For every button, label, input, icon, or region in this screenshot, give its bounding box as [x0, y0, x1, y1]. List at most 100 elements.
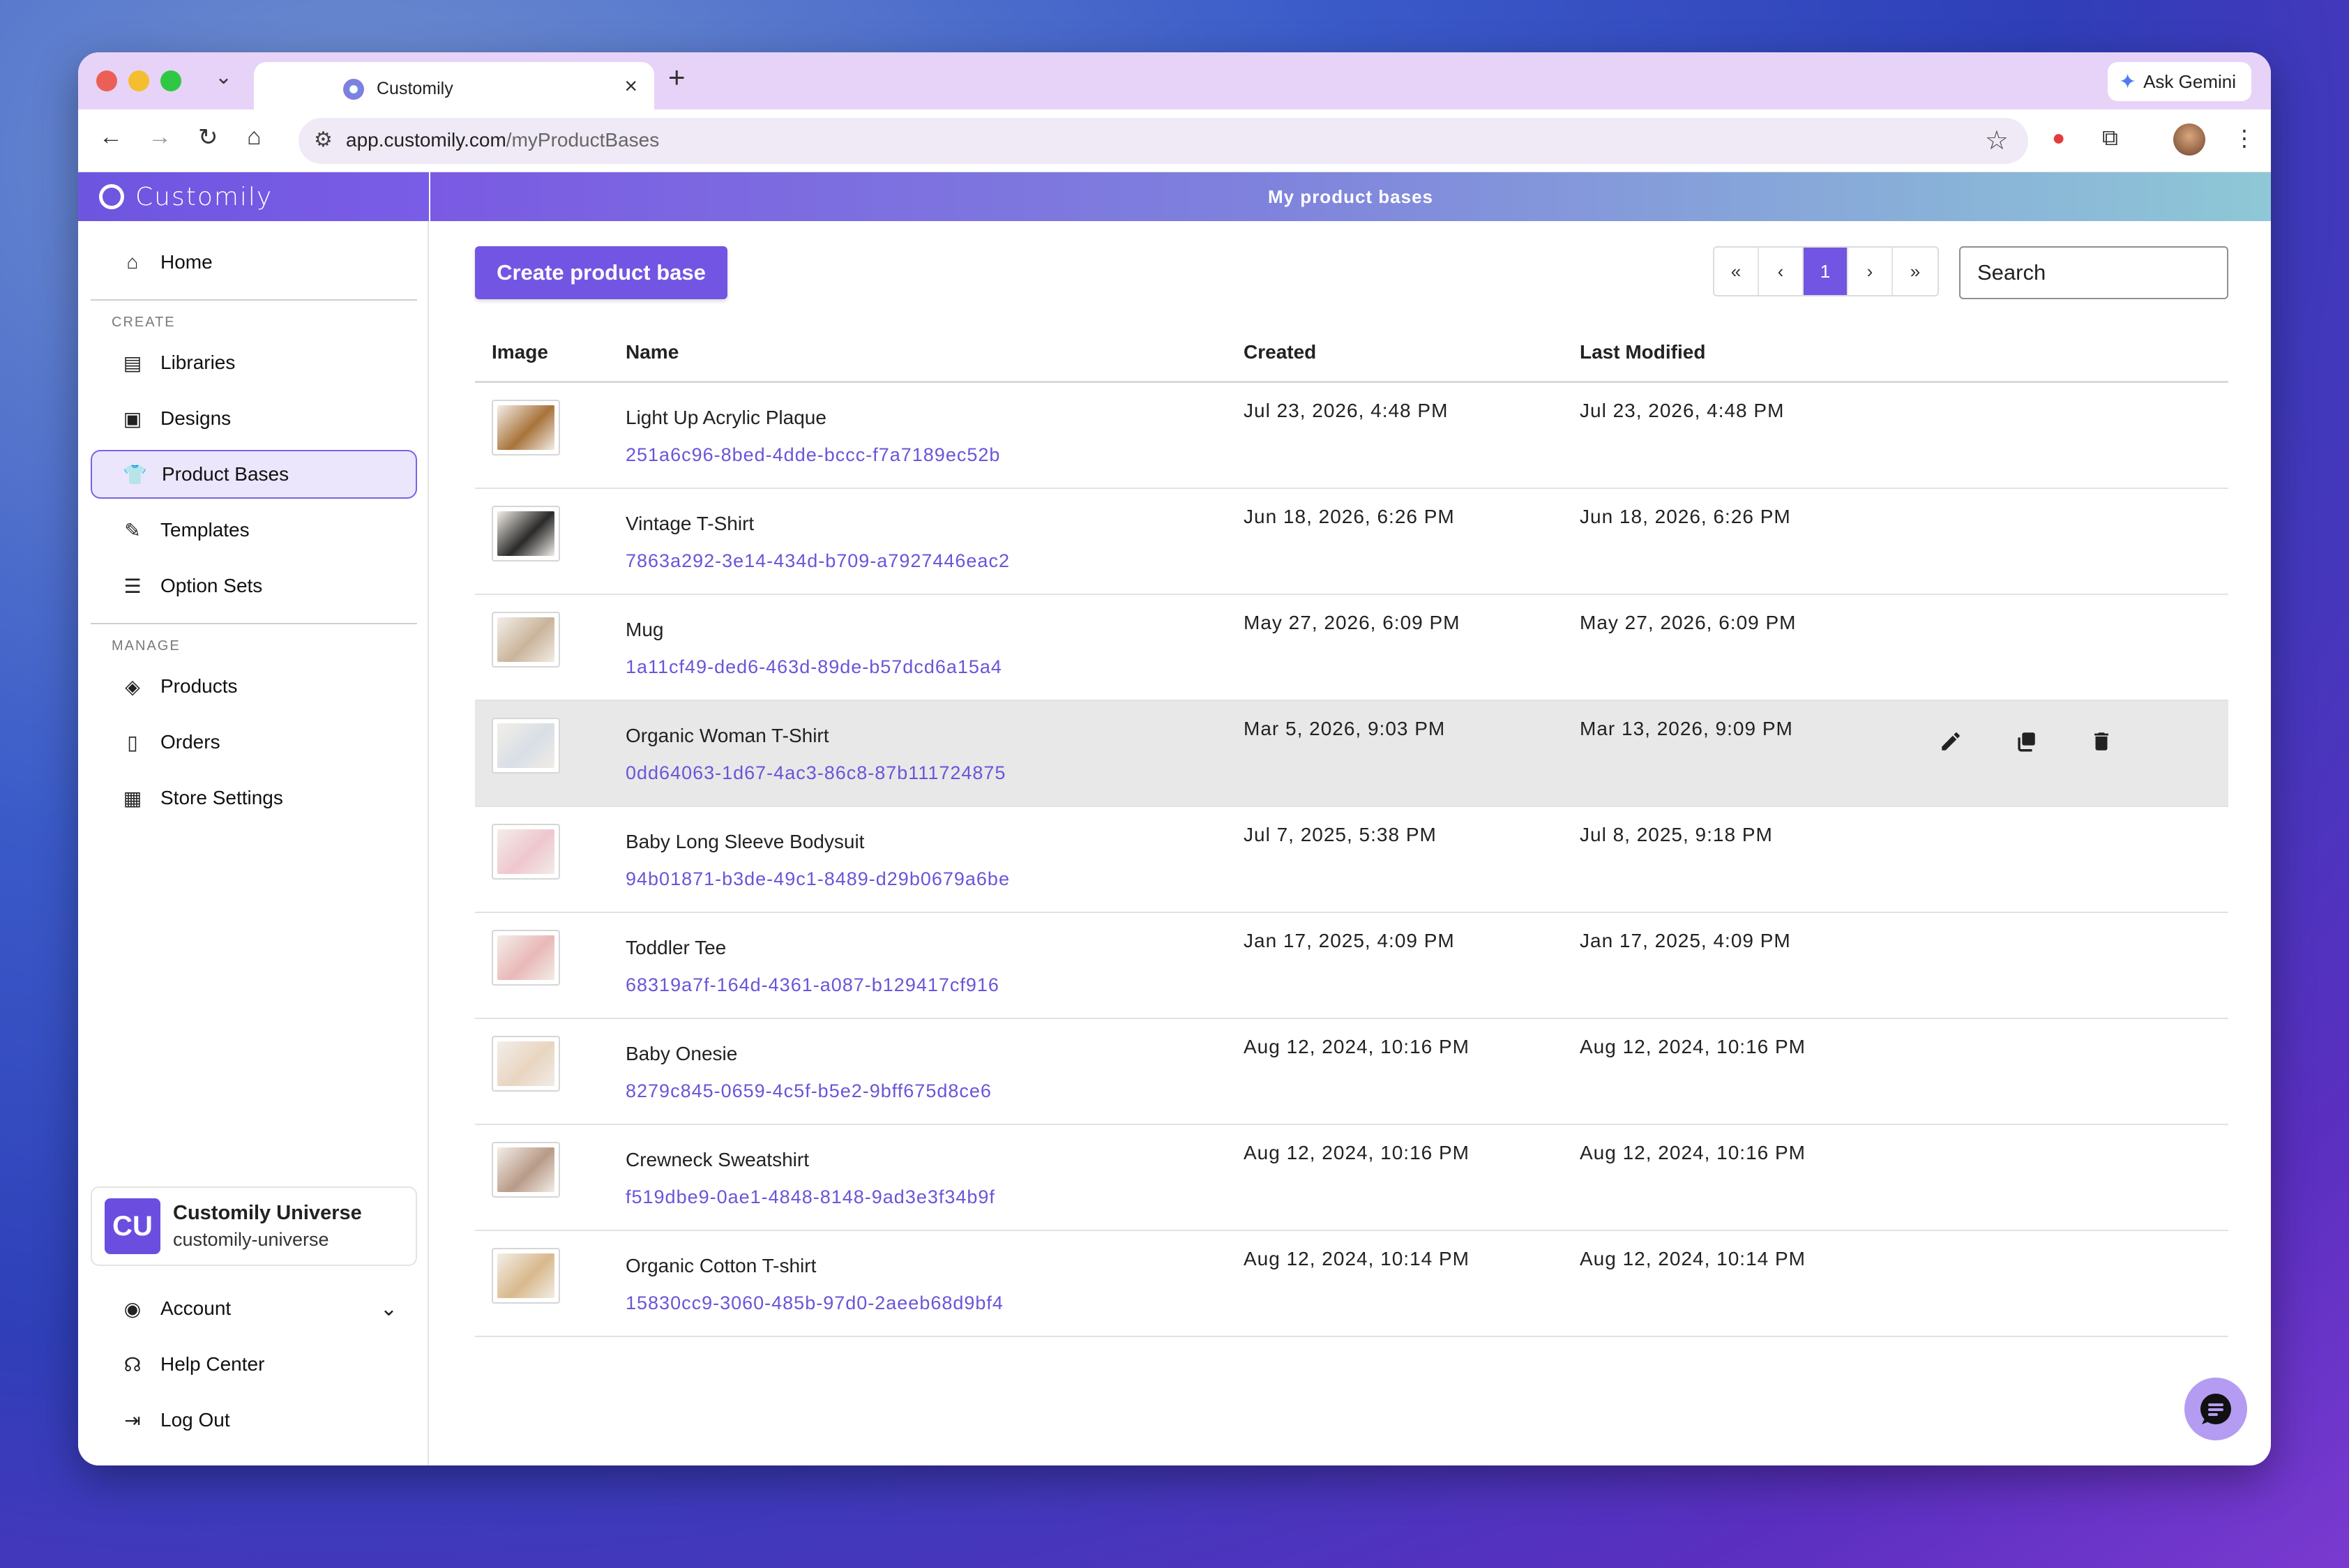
- sidebar-item-account[interactable]: ◉ Account ⌄: [91, 1284, 417, 1333]
- product-id-link[interactable]: f519dbe9-0ae1-4848-8148-9ad3e3f34b9f: [626, 1186, 995, 1208]
- product-name[interactable]: Organic Cotton T-shirt: [626, 1255, 816, 1277]
- table-row[interactable]: Organic Woman T-Shirt 0dd64063-1d67-4ac3-…: [475, 701, 2228, 807]
- table-row[interactable]: Organic Cotton T-shirt 15830cc9-3060-485b…: [475, 1231, 2228, 1337]
- back-arrow-icon[interactable]: ←: [99, 123, 123, 151]
- product-id-link[interactable]: 68319a7f-164d-4361-a087-b129417cf916: [626, 974, 999, 996]
- new-tab-icon[interactable]: +: [668, 61, 686, 94]
- organization-card[interactable]: CU Customily Universe customily-universe: [91, 1186, 417, 1266]
- product-name[interactable]: Crewneck Sweatshirt: [626, 1149, 809, 1171]
- product-name[interactable]: Mug: [626, 619, 663, 641]
- product-id-link[interactable]: 94b01871-b3de-49c1-8489-d29b0679a6be: [626, 868, 1010, 890]
- sidebar-divider: [91, 299, 417, 301]
- product-thumbnail[interactable]: [492, 1142, 560, 1198]
- ask-gemini-button[interactable]: ✦ Ask Gemini: [2107, 62, 2251, 101]
- chevron-down-icon[interactable]: ⌄: [380, 1297, 398, 1321]
- site-settings-icon[interactable]: ⚙: [314, 128, 333, 152]
- product-id-link[interactable]: 0dd64063-1d67-4ac3-86c8-87b111724875: [626, 762, 1006, 784]
- product-name[interactable]: Vintage T-Shirt: [626, 513, 754, 535]
- browser-tab[interactable]: Customily ×: [254, 62, 654, 110]
- page-1-button[interactable]: 1: [1804, 248, 1848, 295]
- sidebar-item-help-center[interactable]: ☊ Help Center: [91, 1340, 417, 1389]
- product-id-link[interactable]: 8279c845-0659-4c5f-b5e2-9bff675d8ce6: [626, 1080, 992, 1102]
- product-thumbnail[interactable]: [492, 1248, 560, 1304]
- column-header-last-modified[interactable]: Last Modified: [1580, 341, 1705, 363]
- created-date: Aug 12, 2024, 10:14 PM: [1244, 1248, 1470, 1269]
- sidebar-item-label: Help Center: [160, 1353, 265, 1375]
- edit-pencil-icon[interactable]: [1938, 729, 1963, 754]
- product-id-link[interactable]: 7863a292-3e14-434d-b709-a7927446eac2: [626, 550, 1010, 572]
- search-input[interactable]: [1959, 246, 2228, 299]
- table-row[interactable]: Light Up Acrylic Plaque 251a6c96-8bed-4dd…: [475, 383, 2228, 489]
- brand-name: Customily: [135, 182, 273, 211]
- product-name[interactable]: Organic Woman T-Shirt: [626, 725, 829, 747]
- sidebar-item-store-settings[interactable]: ▦ Store Settings: [91, 774, 417, 822]
- column-header-created[interactable]: Created: [1244, 341, 1316, 363]
- close-window-button[interactable]: [96, 70, 117, 91]
- duplicate-icon[interactable]: [2014, 729, 2039, 754]
- table-row[interactable]: Crewneck Sweatshirt f519dbe9-0ae1-4848-81…: [475, 1125, 2228, 1231]
- last-modified-date: May 27, 2026, 6:09 PM: [1580, 612, 1797, 633]
- table-row[interactable]: Mug 1a11cf49-ded6-463d-89de-b57dcd6a15a4 M…: [475, 595, 2228, 701]
- sidebar-item-option-sets[interactable]: ☰ Option Sets: [91, 561, 417, 610]
- product-id-link[interactable]: 15830cc9-3060-485b-97d0-2aeeb68d9bf4: [626, 1292, 1004, 1314]
- extensions-puzzle-icon[interactable]: ⧉: [2102, 125, 2118, 151]
- tab-title: Customily: [377, 79, 453, 98]
- org-name: Customily Universe: [173, 1202, 362, 1224]
- last-page-button[interactable]: »: [1893, 248, 1938, 295]
- home-browser-icon[interactable]: ⌂: [247, 123, 262, 151]
- product-id-link[interactable]: 251a6c96-8bed-4dde-bccc-f7a7189ec52b: [626, 444, 1000, 466]
- browser-menu-icon[interactable]: ⋮: [2233, 125, 2256, 151]
- chat-button[interactable]: [2184, 1378, 2247, 1440]
- column-header-name[interactable]: Name: [626, 341, 679, 363]
- sidebar-item-designs[interactable]: ▣ Designs: [91, 394, 417, 443]
- product-name[interactable]: Toddler Tee: [626, 937, 726, 959]
- sidebar-item-label: Products: [160, 675, 238, 697]
- column-header-image: Image: [492, 341, 548, 363]
- product-thumbnail[interactable]: [492, 506, 560, 561]
- reload-icon[interactable]: ↻: [198, 123, 218, 151]
- bookmark-star-icon[interactable]: ☆: [1985, 125, 2009, 156]
- sidebar-item-templates[interactable]: ✎ Templates: [91, 506, 417, 555]
- product-id-link[interactable]: 1a11cf49-ded6-463d-89de-b57dcd6a15a4: [626, 656, 1002, 678]
- address-bar[interactable]: ⚙ app.customily.com/myProductBases ☆: [299, 118, 2028, 164]
- minimize-window-button[interactable]: [128, 70, 149, 91]
- sidebar-item-libraries[interactable]: ▤ Libraries: [91, 338, 417, 387]
- product-thumbnail[interactable]: [492, 824, 560, 880]
- next-page-button[interactable]: ›: [1848, 248, 1893, 295]
- tab-search-chevron-icon[interactable]: ⌄: [215, 65, 232, 89]
- sidebar-item-orders[interactable]: ▯ Orders: [91, 718, 417, 767]
- sidebar-item-log-out[interactable]: ⇥ Log Out: [91, 1396, 417, 1445]
- last-modified-date: Aug 12, 2024, 10:16 PM: [1580, 1036, 1806, 1057]
- table-row[interactable]: Baby Onesie 8279c845-0659-4c5f-b5e2-9bff6…: [475, 1019, 2228, 1125]
- product-thumbnail[interactable]: [492, 400, 560, 455]
- sidebar-item-home[interactable]: ⌂ Home: [91, 238, 417, 287]
- product-image: [497, 511, 554, 556]
- maximize-window-button[interactable]: [160, 70, 181, 91]
- prev-page-button[interactable]: ‹: [1759, 248, 1804, 295]
- customily-logo-icon: [99, 184, 124, 209]
- gemini-sparkle-icon: ✦: [2118, 70, 2137, 93]
- product-image: [497, 723, 554, 768]
- close-tab-icon[interactable]: ×: [624, 73, 637, 99]
- forward-arrow-icon[interactable]: →: [148, 123, 172, 151]
- ask-gemini-label: Ask Gemini: [2143, 70, 2236, 92]
- brand-bar[interactable]: Customily: [78, 172, 429, 221]
- product-name[interactable]: Light Up Acrylic Plaque: [626, 407, 826, 429]
- sidebar-item-products[interactable]: ◈ Products: [91, 662, 417, 711]
- product-name[interactable]: Baby Onesie: [626, 1043, 737, 1065]
- product-thumbnail[interactable]: [492, 718, 560, 774]
- product-thumbnail[interactable]: [492, 1036, 560, 1092]
- table-row[interactable]: Toddler Tee 68319a7f-164d-4361-a087-b1294…: [475, 913, 2228, 1019]
- product-thumbnail[interactable]: [492, 930, 560, 986]
- main-content: My product bases Create product base « ‹…: [430, 172, 2271, 1465]
- sidebar-item-product-bases[interactable]: 👕 Product Bases: [91, 450, 417, 499]
- product-name[interactable]: Baby Long Sleeve Bodysuit: [626, 831, 864, 853]
- product-thumbnail[interactable]: [492, 612, 560, 668]
- delete-trash-icon[interactable]: [2089, 729, 2114, 754]
- profile-avatar[interactable]: [2173, 123, 2205, 156]
- first-page-button[interactable]: «: [1714, 248, 1759, 295]
- table-row[interactable]: Baby Long Sleeve Bodysuit 94b01871-b3de-4…: [475, 807, 2228, 913]
- table-row[interactable]: Vintage T-Shirt 7863a292-3e14-434d-b709-a…: [475, 489, 2228, 595]
- create-product-base-button[interactable]: Create product base: [475, 246, 727, 299]
- extension-ladybug-icon[interactable]: ●: [2052, 125, 2065, 151]
